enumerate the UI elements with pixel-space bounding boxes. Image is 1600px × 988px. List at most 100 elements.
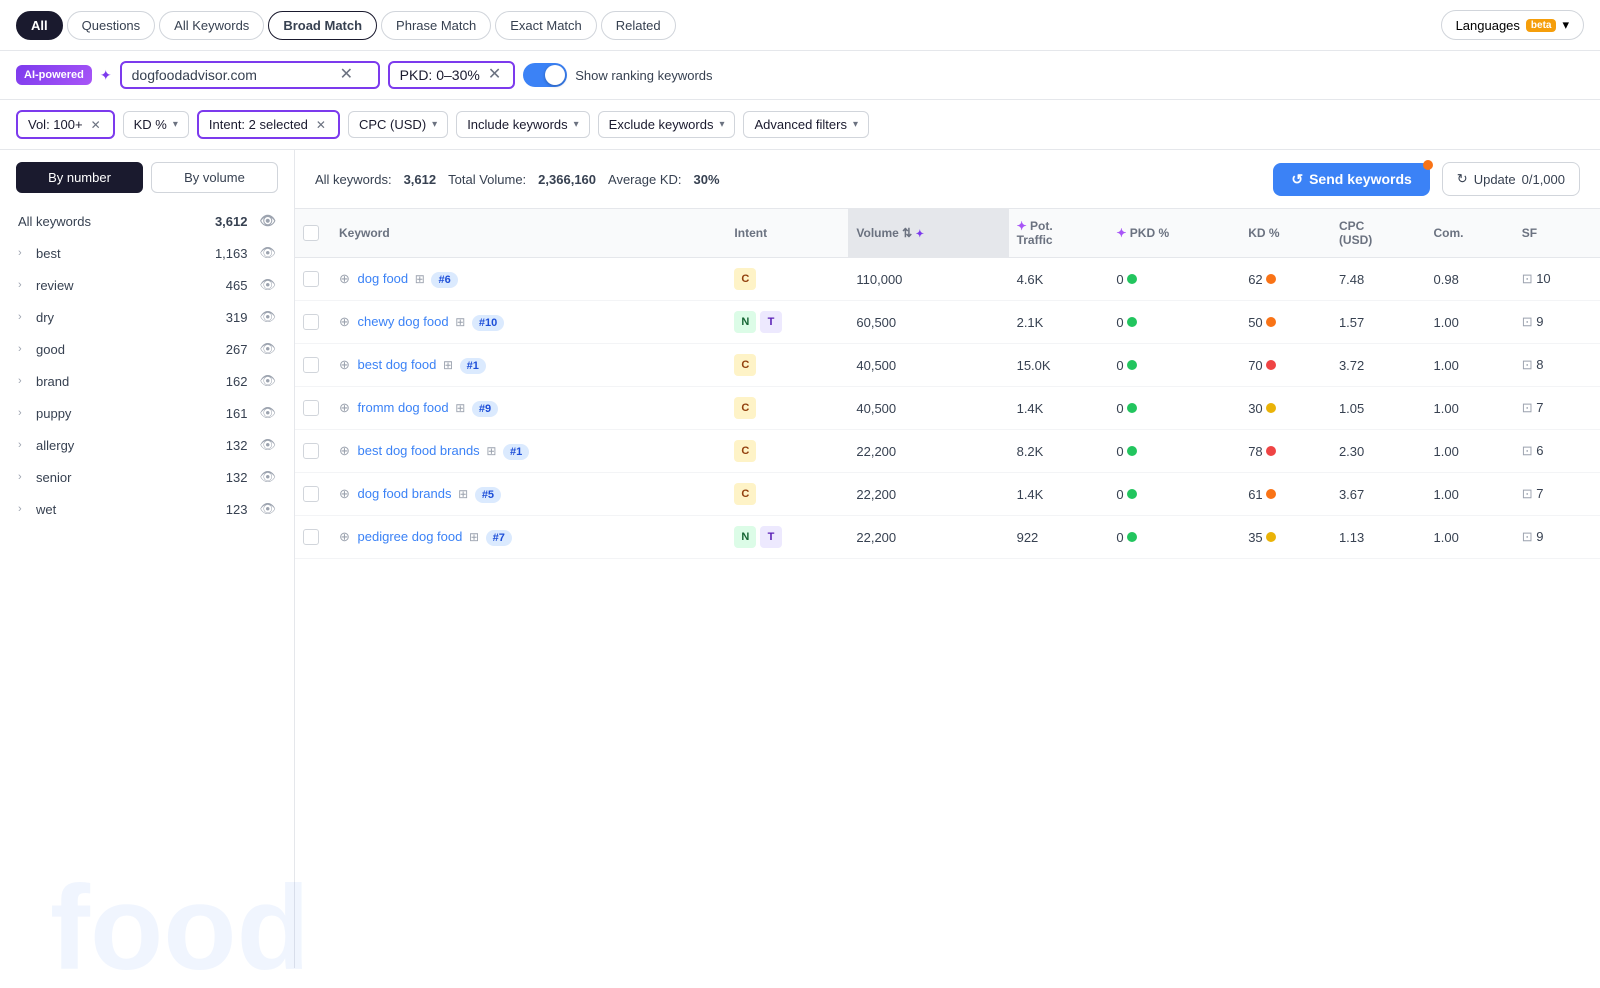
intent-clear-button[interactable]: ✕ [314,119,328,131]
tab-all-keywords[interactable]: All Keywords [159,11,264,40]
add-keyword-icon[interactable]: ⊕ [339,443,350,458]
vol-filter-chip[interactable]: Vol: 100+ ✕ [16,110,115,139]
keyword-link[interactable]: dog food brands [358,486,452,501]
tab-related[interactable]: Related [601,11,676,40]
pkd-filter[interactable]: PKD: 0–30% ✕ [388,61,516,89]
add-keyword-icon[interactable]: ⊕ [339,486,350,501]
sidebar-list: All keywords 3,612 👁 › best 1,163 👁 › re… [0,205,294,968]
tab-questions[interactable]: Questions [67,11,156,40]
by-number-button[interactable]: By number [16,162,143,193]
avg-kd-label: Average KD: [608,172,681,187]
exclude-keywords-chip[interactable]: Exclude keywords ▾ [598,111,736,138]
keyword-link[interactable]: best dog food brands [358,443,480,458]
table-row: ⊕ fromm dog food ⊞ #9 C 40,500 1.4K 0 30… [295,387,1600,430]
db-icon: ⊞ [458,487,468,501]
pkd-clear-button[interactable]: ✕ [486,67,503,83]
include-keywords-chip[interactable]: Include keywords ▾ [456,111,589,138]
rank-badge: #1 [503,444,529,460]
rank-badge: #9 [472,401,498,417]
total-volume-value: 2,366,160 [538,172,596,187]
intent-badge-n: N [734,311,756,333]
sidebar-item-count: 161 [226,406,248,421]
eye-icon: 👁 [259,501,276,517]
row-checkbox[interactable] [303,271,319,287]
row-checkbox[interactable] [303,486,319,502]
sidebar-item[interactable]: › brand 162 👁 [8,365,286,397]
add-keyword-icon[interactable]: ⊕ [339,314,350,329]
keyword-link[interactable]: fromm dog food [358,400,449,415]
row-checkbox[interactable] [303,314,319,330]
pot-traffic-cell: 8.2K [1009,430,1109,473]
row-checkbox-cell [295,344,331,387]
sf-cell: ⊡ 7 [1514,473,1600,516]
add-keyword-icon[interactable]: ⊕ [339,529,350,544]
content-area: All keywords: 3,612 Total Volume: 2,366,… [295,150,1600,968]
kd-cell: 50 [1240,301,1331,344]
row-checkbox[interactable] [303,529,319,545]
domain-clear-button[interactable]: ✕ [338,67,355,83]
sidebar-item[interactable]: › good 267 👁 [8,333,286,365]
cpc-filter-chip[interactable]: CPC (USD) ▾ [348,111,448,138]
tab-all[interactable]: All [16,11,63,40]
sidebar-item[interactable]: › allergy 132 👁 [8,429,286,461]
sidebar-item[interactable]: › best 1,163 👁 [8,237,286,269]
row-checkbox-cell [295,430,331,473]
keyword-cell: ⊕ best dog food brands ⊞ #1 [331,430,726,473]
keyword-link[interactable]: chewy dog food [358,314,449,329]
add-keyword-icon[interactable]: ⊕ [339,357,350,372]
keyword-link[interactable]: best dog food [358,357,437,372]
add-keyword-icon[interactable]: ⊕ [339,271,350,286]
tab-phrase-match[interactable]: Phrase Match [381,11,491,40]
kd-cell: 70 [1240,344,1331,387]
volume-cell: 40,500 [848,344,1008,387]
select-all-checkbox[interactable] [303,225,319,241]
tab-broad-match[interactable]: Broad Match [268,11,377,40]
sidebar-item-name: allergy [36,438,220,453]
db-icon: ⊞ [486,444,496,458]
sidebar-chevron-icon: › [18,343,30,355]
sidebar-item-name: brand [36,374,220,389]
table-row: ⊕ dog food ⊞ #6 C 110,000 4.6K 0 62 7.48… [295,258,1600,301]
volume-cell: 22,200 [848,473,1008,516]
kd-dot [1266,274,1276,284]
sidebar-item-count: 162 [226,374,248,389]
row-checkbox[interactable] [303,357,319,373]
sf-icon: ⊡ [1522,357,1533,372]
db-icon: ⊞ [443,358,453,372]
domain-input[interactable] [132,67,332,83]
tab-exact-match[interactable]: Exact Match [495,11,597,40]
row-checkbox[interactable] [303,443,319,459]
kd-chevron-icon: ▾ [173,119,178,130]
toggle-wrap: Show ranking keywords [523,63,712,87]
vol-clear-button[interactable]: ✕ [89,119,103,131]
intent-filter-chip[interactable]: Intent: 2 selected ✕ [197,110,340,139]
exclude-chevron-icon: ▾ [719,119,724,130]
kd-filter-chip[interactable]: KD % ▾ [123,111,189,138]
keyword-link[interactable]: pedigree dog food [358,529,463,544]
sidebar-item[interactable]: › review 465 👁 [8,269,286,301]
sidebar-item[interactable]: › puppy 161 👁 [8,397,286,429]
advanced-filters-chip[interactable]: Advanced filters ▾ [743,111,869,138]
kd-cell: 35 [1240,516,1331,559]
volume-cell: 22,200 [848,430,1008,473]
sidebar-item[interactable]: › wet 123 👁 [8,493,286,525]
sidebar-item[interactable]: › dry 319 👁 [8,301,286,333]
update-count: 0/1,000 [1522,172,1565,187]
add-keyword-icon[interactable]: ⊕ [339,400,350,415]
row-checkbox[interactable] [303,400,319,416]
th-volume[interactable]: Volume ⇅ ✦ [848,209,1008,258]
sidebar-item[interactable]: › senior 132 👁 [8,461,286,493]
languages-button[interactable]: Languages beta ▾ [1441,10,1584,40]
sidebar-header-name: All keywords [18,214,209,229]
sidebar-header-item[interactable]: All keywords 3,612 👁 [8,205,286,237]
domain-input-wrap[interactable]: ✕ [120,61,380,89]
show-ranking-toggle[interactable] [523,63,567,87]
cpc-cell: 3.67 [1331,473,1426,516]
by-volume-button[interactable]: By volume [151,162,278,193]
th-pot-traffic: ✦ Pot.Traffic [1009,209,1109,258]
update-button[interactable]: ↻ Update 0/1,000 [1442,162,1580,196]
sf-cell: ⊡ 9 [1514,301,1600,344]
send-keywords-button[interactable]: ↺ Send keywords [1273,163,1429,196]
keyword-link[interactable]: dog food [358,271,409,286]
sidebar-chevron-icon: › [18,407,30,419]
